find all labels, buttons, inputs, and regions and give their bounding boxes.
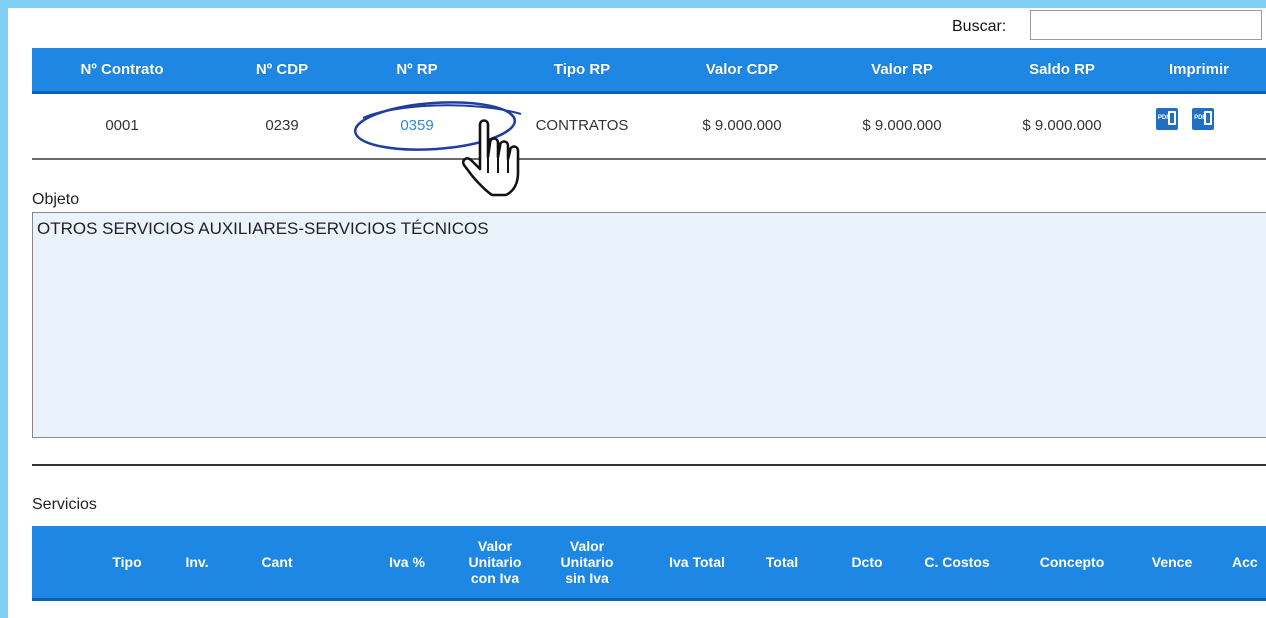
servicios-label: Servicios bbox=[32, 496, 97, 513]
objeto-label: Objeto bbox=[32, 191, 80, 208]
header-contrato[interactable]: Nº Contrato bbox=[32, 48, 212, 91]
header-imprimir: Imprimir bbox=[1168, 61, 1229, 78]
objeto-textarea[interactable]: OTROS SERVICIOS AUXILIARES-SERVICIOS TÉC… bbox=[32, 212, 1266, 438]
rp-table-header: Nº Contrato Nº CDP Nº RP Tipo RP Valor C… bbox=[32, 48, 1266, 94]
header-dcto[interactable]: Dcto bbox=[832, 526, 902, 598]
header-costos[interactable]: C. Costos bbox=[917, 526, 997, 598]
header-rp[interactable]: Nº RP bbox=[352, 48, 482, 91]
header-iva-pct[interactable]: Iva % bbox=[382, 526, 432, 598]
header-valor-con-iva[interactable]: Valor Unitario con Iva bbox=[460, 526, 530, 598]
cell-contrato: 0001 bbox=[105, 117, 139, 134]
imprimir-cell: PDF PDF bbox=[1150, 94, 1230, 130]
servicios-table-header: Tipo Inv. Cant Iva % Valor Unitario con … bbox=[32, 526, 1266, 601]
cell-valor-cdp: $ 9.000.000 bbox=[702, 117, 782, 134]
header-valor-rp[interactable]: Valor RP bbox=[812, 48, 992, 91]
pdf-icon[interactable]: PDF bbox=[1155, 108, 1178, 130]
header-valor-sin-iva[interactable]: Valor Unitario sin Iva bbox=[552, 526, 622, 598]
header-total[interactable]: Total bbox=[747, 526, 817, 598]
cell-cdp: 0239 bbox=[265, 117, 299, 134]
header-valor-cdp[interactable]: Valor CDP bbox=[652, 48, 832, 91]
header-iva-total[interactable]: Iva Total bbox=[667, 526, 727, 598]
header-cant[interactable]: Cant bbox=[247, 526, 307, 598]
header-inv[interactable]: Inv. bbox=[172, 526, 222, 598]
table-row[interactable]: 0001 0239 0359 CONTRATOS $ 9.000.000 $ 9… bbox=[32, 94, 1266, 160]
cell-saldo-rp: $ 9.000.000 bbox=[1022, 117, 1102, 134]
search-input[interactable] bbox=[1030, 10, 1262, 40]
search-label: Buscar: bbox=[952, 18, 1007, 35]
header-saldo-rp[interactable]: Saldo RP bbox=[972, 48, 1152, 91]
cell-valor-rp: $ 9.000.000 bbox=[862, 117, 942, 134]
pdf-icon[interactable]: PDF bbox=[1192, 108, 1215, 130]
objeto-text: OTROS SERVICIOS AUXILIARES-SERVICIOS TÉC… bbox=[37, 219, 489, 238]
header-concepto[interactable]: Concepto bbox=[1022, 526, 1122, 598]
registro-presupuestal-panel: Buscar: Nº Contrato Nº CDP Nº RP Tipo RP… bbox=[8, 8, 1266, 618]
header-tipo[interactable]: Tipo bbox=[92, 526, 162, 598]
header-vence[interactable]: Vence bbox=[1137, 526, 1207, 598]
header-cdp[interactable]: Nº CDP bbox=[212, 48, 352, 91]
section-divider bbox=[32, 464, 1266, 466]
pointer-hand-cursor-icon bbox=[461, 119, 520, 197]
header-acciones[interactable]: Acc bbox=[1232, 526, 1266, 598]
